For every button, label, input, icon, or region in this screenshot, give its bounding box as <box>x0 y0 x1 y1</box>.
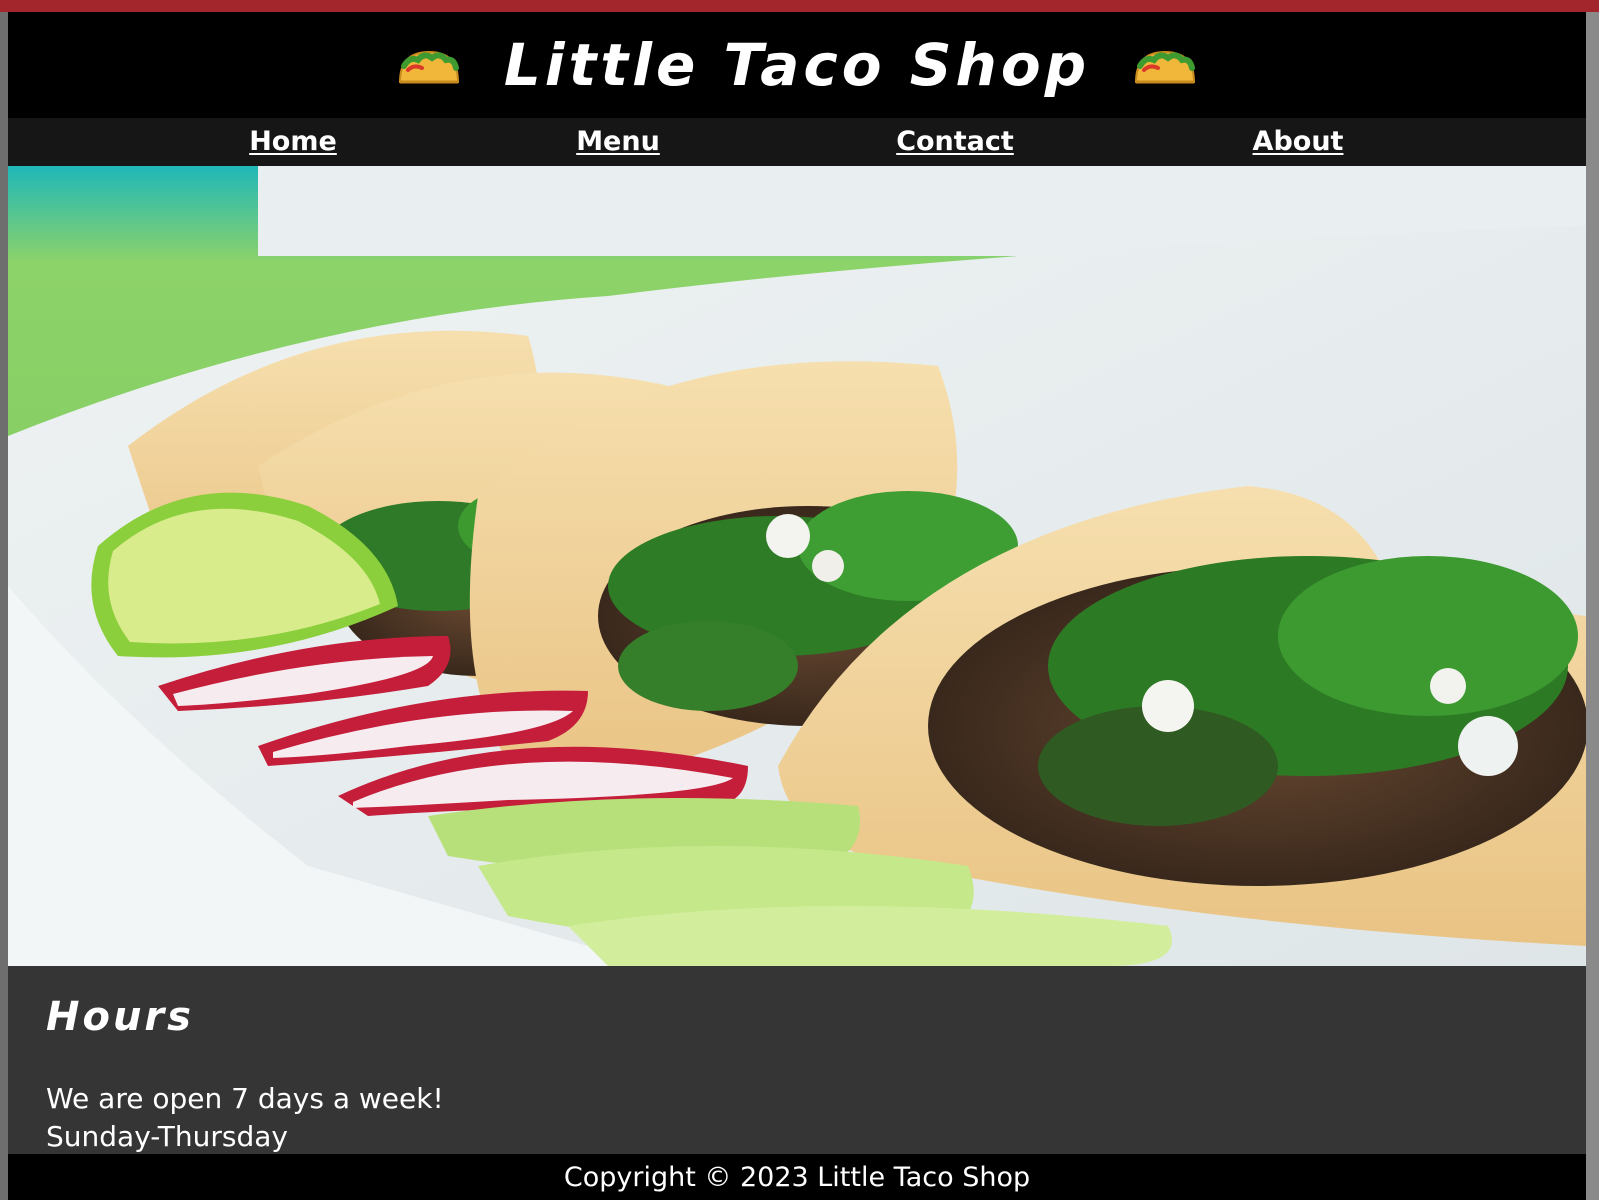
hours-text: Sunday-Thursday <box>46 1120 289 1153</box>
site-footer: Copyright © 2023 Little Taco Shop <box>8 1154 1586 1200</box>
hero-image <box>8 166 1586 966</box>
copyright-text: Copyright © 2023 Little Taco Shop <box>563 1161 1031 1193</box>
window-scrollbar[interactable] <box>1586 12 1599 1200</box>
window-left-edge <box>0 12 8 1200</box>
browser-top-strip <box>0 0 1599 12</box>
nav-link-contact[interactable]: Contact <box>896 126 1014 157</box>
nav-link-home[interactable]: Home <box>249 126 337 157</box>
page: Little Taco Shop Home Menu Contact About <box>8 12 1586 1200</box>
hours-text: We are open 7 days a week! <box>46 1082 444 1115</box>
main-nav: Home Menu Contact About <box>8 118 1586 166</box>
site-title: Little Taco Shop <box>503 31 1091 99</box>
tacos-photo <box>8 166 1586 966</box>
taco-icon <box>1135 50 1196 84</box>
site-header: Little Taco Shop <box>8 12 1586 118</box>
hours-section: Hours We are open 7 days a week! Sunday-… <box>8 966 1586 1166</box>
hours-heading: Hours <box>46 994 194 1040</box>
nav-link-menu[interactable]: Menu <box>576 126 660 157</box>
nav-link-about[interactable]: About <box>1253 126 1344 157</box>
taco-icon <box>398 50 459 84</box>
